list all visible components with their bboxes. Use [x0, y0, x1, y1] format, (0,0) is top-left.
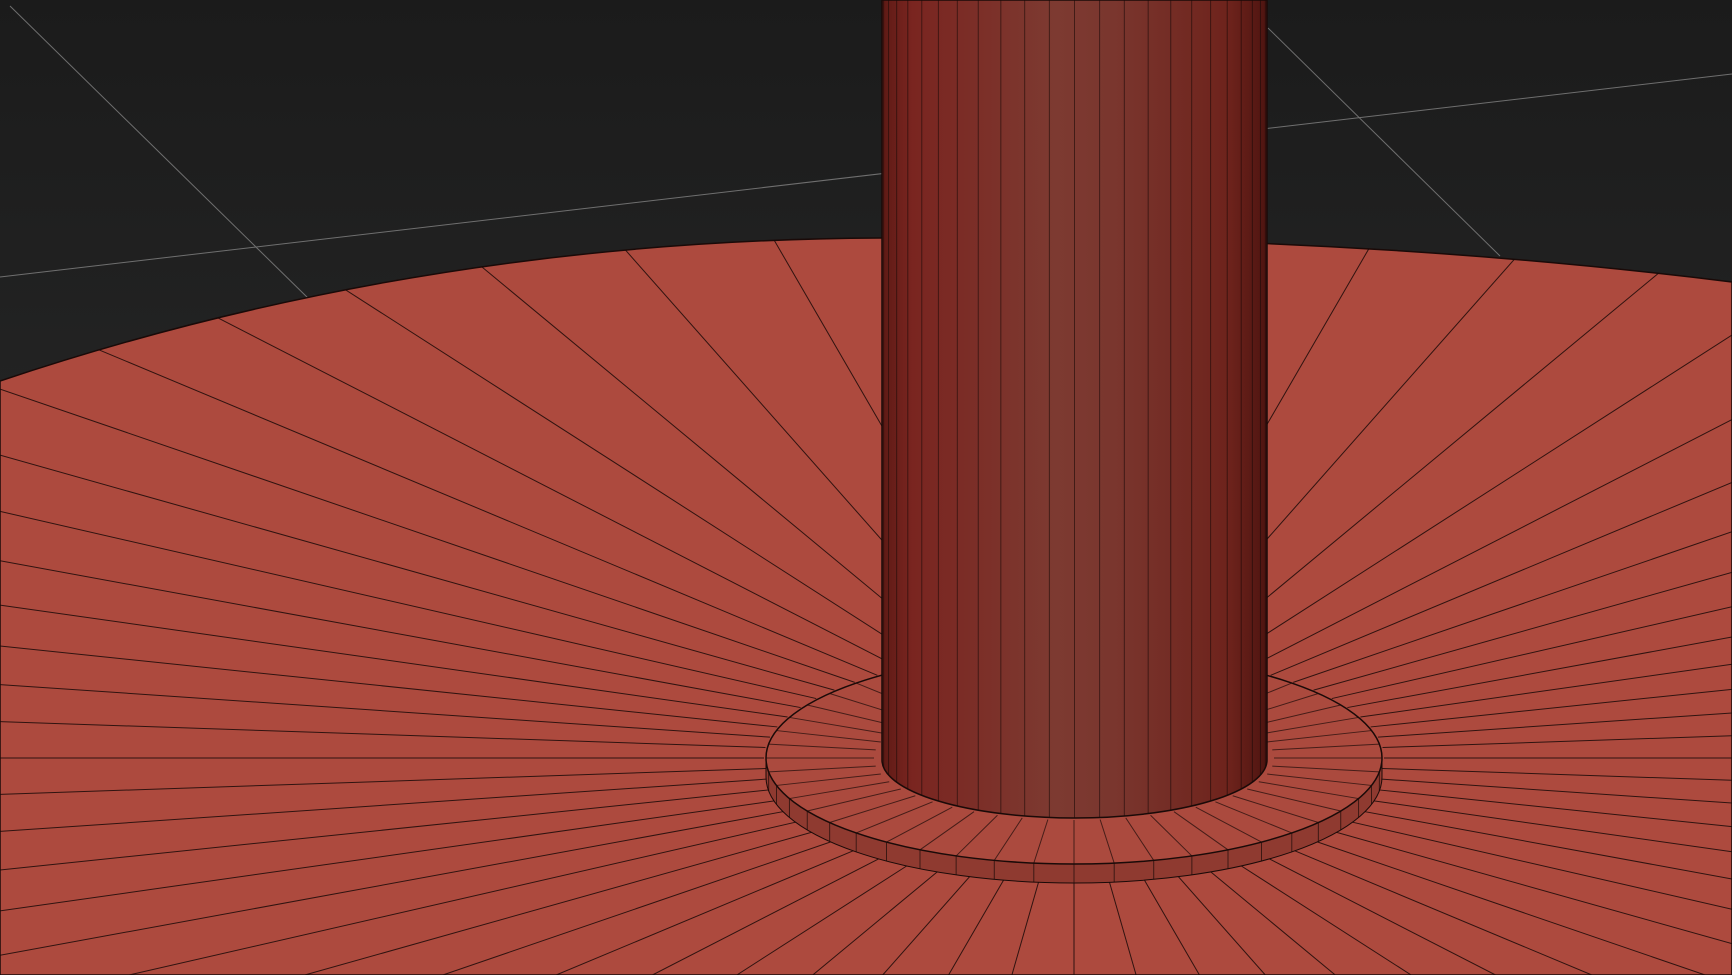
viewport-scene[interactable] [0, 0, 1732, 975]
ground-disc [0, 236, 1732, 975]
column [881, 0, 1268, 819]
3d-viewport[interactable] [0, 0, 1732, 975]
